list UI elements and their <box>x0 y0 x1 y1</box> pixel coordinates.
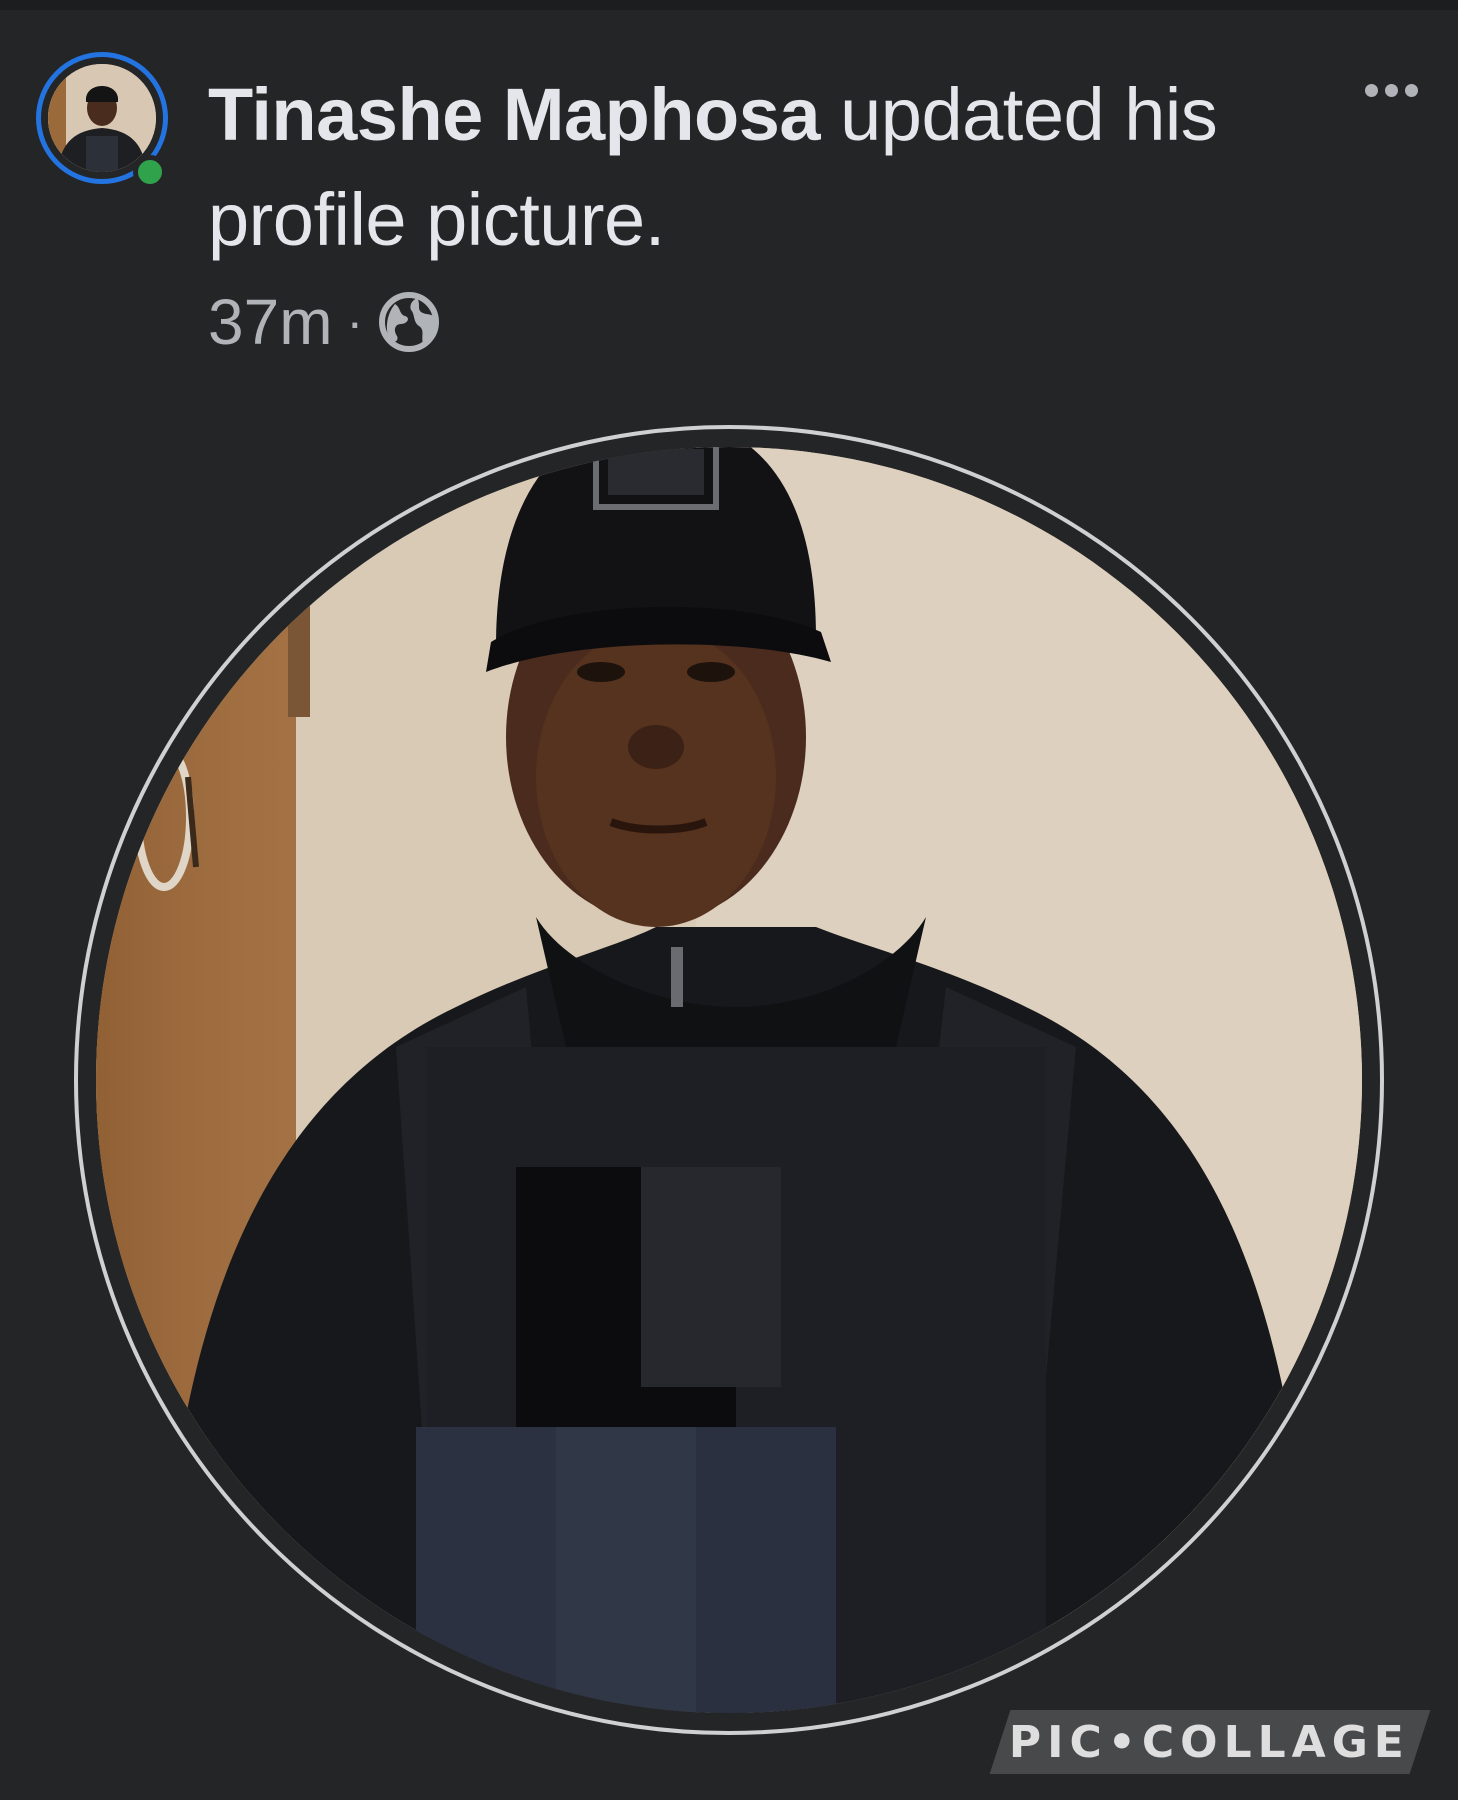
more-options-dot <box>1384 83 1398 97</box>
globe-icon[interactable] <box>377 290 441 354</box>
more-options-button[interactable] <box>1355 70 1427 110</box>
top-divider <box>0 0 1458 10</box>
watermark-text: PIC•COLLAGE <box>1009 1716 1411 1768</box>
meta-separator: · <box>346 294 364 350</box>
post-meta: 37m · <box>208 282 441 362</box>
more-options-icon <box>1364 83 1378 97</box>
pic-collage-watermark: PIC•COLLAGE <box>989 1710 1431 1774</box>
more-options-dot <box>1404 83 1418 97</box>
avatar-image <box>48 64 156 172</box>
post-timestamp[interactable]: 37m <box>208 285 333 359</box>
profile-photo[interactable] <box>96 447 1362 1713</box>
author-name[interactable]: Tinashe Maphosa <box>208 73 821 156</box>
post-headline: Tinashe Maphosa updated his profile pict… <box>208 62 1288 272</box>
online-status-indicator <box>133 155 167 189</box>
